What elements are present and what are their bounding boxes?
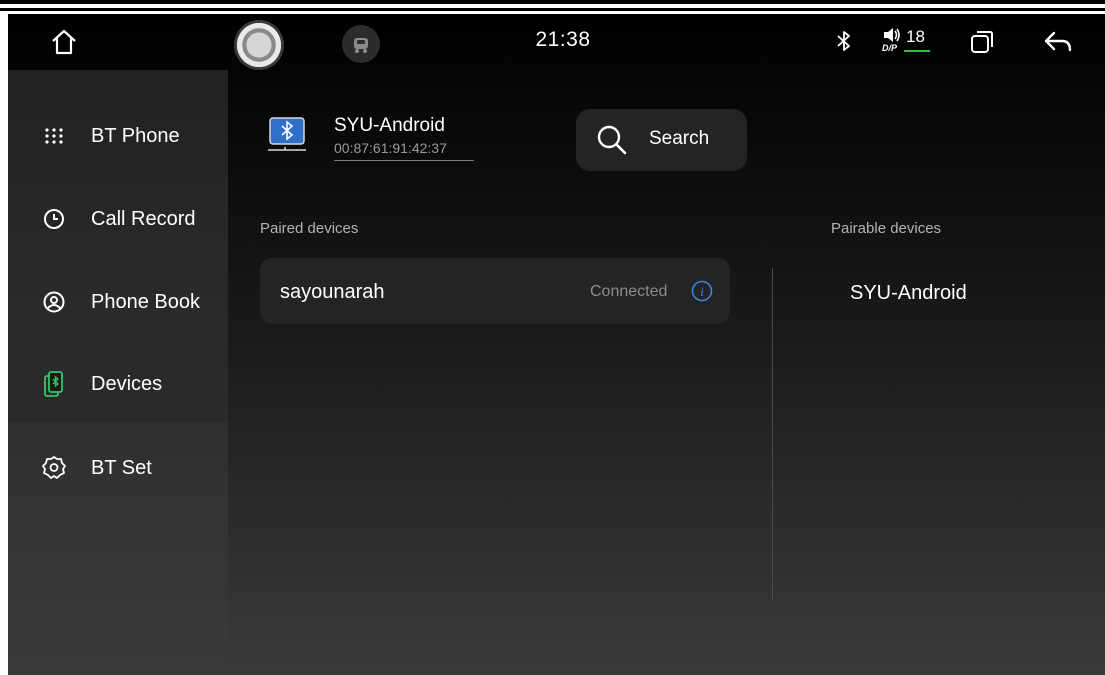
svg-text:i: i (700, 284, 704, 299)
volume-level: 18 (906, 27, 925, 46)
phone-bluetooth-icon (40, 370, 68, 398)
contact-icon (40, 288, 68, 316)
sidebar-item-label: BT Phone (91, 124, 180, 147)
sidebar-item-devices[interactable]: Devices (8, 346, 228, 422)
sidebar-item-bt-set[interactable]: BT Set (8, 430, 228, 506)
bluetooth-devices-screen: 21:38 D/P 18 BT Phone Call Record Phone … (8, 14, 1105, 675)
sidebar-item-label: Phone Book (91, 290, 200, 313)
status-bar: 21:38 D/P 18 (8, 14, 1105, 70)
car-mode-button[interactable] (342, 25, 380, 63)
sidebar-item-phone-book[interactable]: Phone Book (8, 264, 228, 340)
sidebar-item-bt-phone[interactable]: BT Phone (8, 98, 228, 174)
back-icon (1044, 31, 1072, 52)
local-device-name: SYU-Android (334, 115, 445, 136)
gear-icon (40, 454, 68, 482)
sidebar-item-call-record[interactable]: Call Record (8, 181, 228, 257)
info-icon[interactable]: i (690, 279, 714, 303)
volume-icon (884, 28, 900, 42)
clock: 21:38 (535, 28, 591, 51)
column-divider (772, 268, 773, 601)
search-icon (597, 125, 627, 155)
recent-apps-button[interactable] (966, 26, 998, 58)
volume-mode-label: D/P (882, 43, 898, 53)
car-icon (354, 38, 368, 53)
local-device-icon (264, 114, 310, 156)
frame-line (0, 0, 1105, 4)
home-icon (52, 29, 76, 55)
dialpad-icon (40, 122, 68, 150)
volume-indicator[interactable]: D/P 18 (880, 24, 940, 58)
pairable-device-item[interactable]: SYU-Android (850, 282, 967, 305)
paired-device-status: Connected (590, 283, 668, 300)
paired-device-row[interactable]: sayounarah Connected i (260, 258, 730, 324)
sidebar-item-label: BT Set (91, 456, 152, 479)
paired-devices-title: Paired devices (260, 220, 359, 237)
back-button[interactable] (1038, 24, 1078, 60)
sidebar-item-label: Devices (91, 372, 163, 395)
bluetooth-status (830, 26, 858, 56)
frame-line (0, 8, 1105, 11)
sidebar-item-label: Call Record (91, 207, 196, 230)
search-button[interactable]: Search (576, 109, 747, 171)
sidebar: BT Phone Call Record Phone Book Devices … (8, 70, 228, 675)
divider (334, 160, 474, 161)
recent-apps-icon (971, 31, 993, 53)
paired-device-name: sayounarah (280, 281, 385, 303)
clock-icon (40, 205, 68, 233)
home-button[interactable] (46, 24, 82, 60)
bluetooth-icon (837, 31, 850, 51)
assistant-button[interactable] (234, 20, 284, 70)
pairable-devices-title: Pairable devices (831, 220, 942, 237)
bluetooth-laptop-icon (268, 117, 306, 151)
volume-underline (904, 50, 930, 52)
search-label: Search (649, 128, 710, 149)
local-device-mac: 00:87:61:91:42:37 (334, 140, 447, 156)
